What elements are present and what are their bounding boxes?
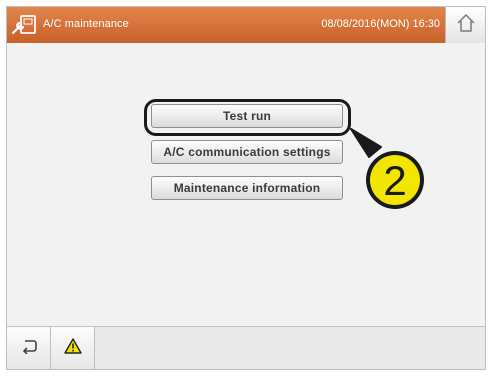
warning-button[interactable] xyxy=(51,327,95,369)
warning-icon xyxy=(63,338,82,359)
home-icon xyxy=(456,13,476,38)
home-button[interactable] xyxy=(445,7,485,43)
step-number: 2 xyxy=(383,157,406,204)
bottom-bar xyxy=(7,326,485,369)
back-arrow-icon xyxy=(20,338,38,359)
wrench-remote-icon xyxy=(11,11,41,39)
screen-title: A/C maintenance xyxy=(43,18,129,30)
step-callout: 2 xyxy=(350,128,424,209)
title-bar: A/C maintenance 08/08/2016(MON) 16:30 xyxy=(7,7,485,43)
main-area: Test run A/C communication settings Main… xyxy=(7,43,485,326)
date-time: 08/08/2016(MON) 16:30 xyxy=(321,18,440,30)
back-button[interactable] xyxy=(7,327,51,369)
ac-maintenance-screen: A/C maintenance 08/08/2016(MON) 16:30 Te… xyxy=(6,6,486,370)
